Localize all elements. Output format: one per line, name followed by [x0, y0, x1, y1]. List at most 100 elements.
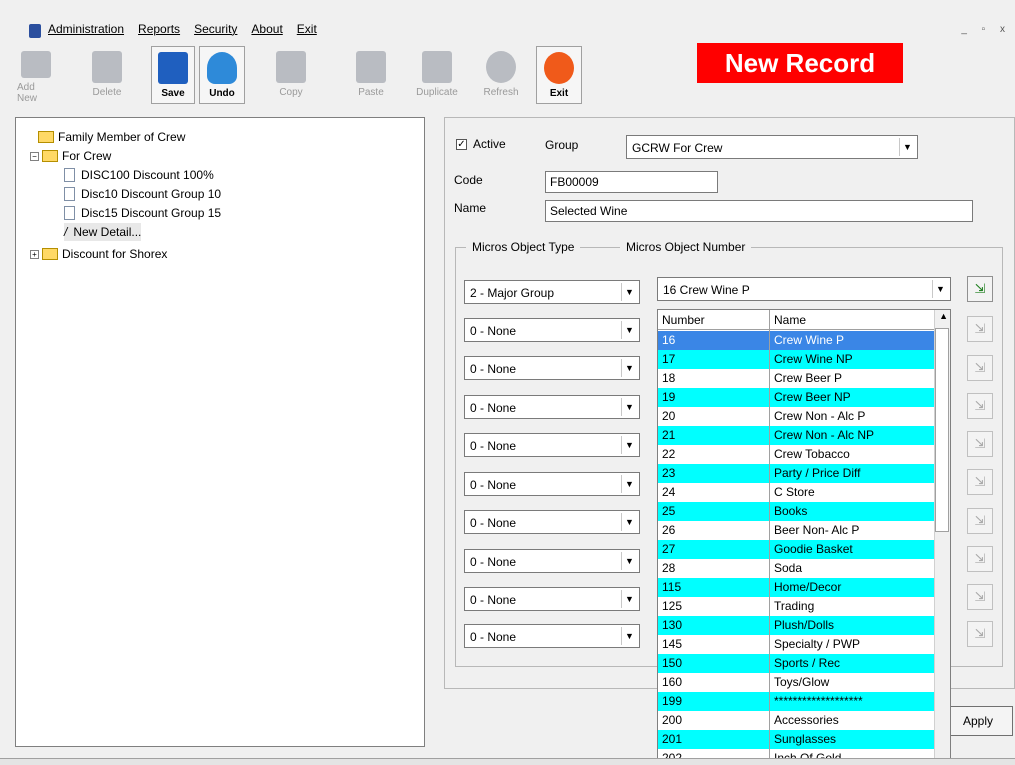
- list-item-name: C Store: [774, 485, 815, 499]
- chevron-down-icon: ▼: [621, 398, 637, 416]
- list-item[interactable]: 17 Crew Wine NP: [658, 350, 935, 369]
- menu-about[interactable]: About: [251, 22, 282, 40]
- list-item[interactable]: 199 *******************: [658, 692, 935, 711]
- menu-administration[interactable]: Administration: [48, 22, 124, 40]
- name-field[interactable]: Selected Wine: [545, 200, 973, 222]
- add-new-icon: [21, 51, 51, 78]
- list-item[interactable]: 24 C Store: [658, 483, 935, 502]
- object-type-select[interactable]: 0 - None ▼: [464, 356, 640, 380]
- list-item[interactable]: 150 Sports / Rec: [658, 654, 935, 673]
- object-type-select[interactable]: 0 - None ▼: [464, 624, 640, 648]
- add-object-button[interactable]: ⇲: [967, 621, 993, 647]
- add-object-button[interactable]: ⇲: [967, 584, 993, 610]
- list-item-number: 145: [662, 637, 683, 651]
- list-item-number: 28: [662, 561, 676, 575]
- collapse-icon[interactable]: −: [30, 151, 39, 161]
- add-object-button[interactable]: ⇲: [967, 276, 993, 302]
- object-type-select[interactable]: 0 - None ▼: [464, 549, 640, 573]
- list-item-name: Party / Price Diff: [774, 466, 861, 480]
- refresh-icon: [486, 51, 516, 83]
- apply-button[interactable]: Apply: [943, 706, 1013, 736]
- tree-node-disc10[interactable]: Disc10 Discount Group 10: [64, 185, 221, 203]
- expand-icon[interactable]: +: [30, 249, 39, 259]
- column-divider: [769, 310, 770, 764]
- add-object-button[interactable]: ⇲: [967, 469, 993, 495]
- scroll-up-icon[interactable]: ▲: [939, 311, 948, 321]
- add-object-button[interactable]: ⇲: [967, 431, 993, 457]
- list-item[interactable]: 201 Sunglasses: [658, 730, 935, 749]
- list-item-number: 115: [662, 580, 682, 594]
- undo-button[interactable]: Undo: [199, 46, 245, 104]
- list-item[interactable]: 18 Crew Beer P: [658, 369, 935, 388]
- tree-node-for-crew[interactable]: − For Crew: [30, 147, 111, 165]
- list-item[interactable]: 200 Accessories: [658, 711, 935, 730]
- duplicate-button[interactable]: Duplicate: [411, 46, 463, 104]
- folder-icon: [42, 248, 58, 260]
- list-item[interactable]: 130 Plush/Dolls: [658, 616, 935, 635]
- list-item[interactable]: 16 Crew Wine P: [658, 331, 935, 350]
- list-item-name: Goodie Basket: [774, 542, 853, 556]
- list-item-name: Crew Tobacco: [774, 447, 850, 461]
- chevron-down-icon: ▼: [621, 552, 637, 570]
- list-item[interactable]: 160 Toys/Glow: [658, 673, 935, 692]
- list-item[interactable]: 25 Books: [658, 502, 935, 521]
- exit-button[interactable]: Exit: [536, 46, 582, 104]
- list-item[interactable]: 23 Party / Price Diff: [658, 464, 935, 483]
- delete-button[interactable]: Delete: [88, 46, 126, 104]
- add-object-button[interactable]: ⇲: [967, 546, 993, 572]
- add-object-button[interactable]: ⇲: [967, 508, 993, 534]
- add-new-button[interactable]: Add New: [17, 46, 55, 104]
- save-button[interactable]: Save: [151, 46, 195, 104]
- menu-reports[interactable]: Reports: [138, 22, 180, 40]
- object-number-dropdown[interactable]: Number Name 16 Crew Wine P 17 Crew Wine NP 1…: [657, 309, 951, 765]
- list-item[interactable]: 20 Crew Non - Alc P: [658, 407, 935, 426]
- active-checkbox[interactable]: ✓: [456, 139, 467, 150]
- scroll-thumb[interactable]: [935, 328, 949, 532]
- object-type-select[interactable]: 0 - None ▼: [464, 510, 640, 534]
- paste-button[interactable]: Paste: [353, 46, 389, 104]
- add-object-icon: ⇲: [974, 474, 986, 489]
- tree-node-disc15[interactable]: Disc15 Discount Group 15: [64, 204, 221, 222]
- list-item-name: Specialty / PWP: [774, 637, 861, 651]
- menu-security[interactable]: Security: [194, 22, 237, 40]
- tree-node-new-detail[interactable]: / New Detail...: [64, 223, 142, 241]
- list-item[interactable]: 115 Home/Decor: [658, 578, 935, 597]
- object-type-select[interactable]: 0 - None ▼: [464, 395, 640, 419]
- name-column-header[interactable]: Name: [774, 313, 806, 327]
- object-type-select[interactable]: 2 - Major Group ▼: [464, 280, 640, 304]
- copy-button[interactable]: Copy: [271, 46, 311, 104]
- object-type-select[interactable]: 0 - None ▼: [464, 433, 640, 457]
- add-object-button[interactable]: ⇲: [967, 355, 993, 381]
- object-type-select[interactable]: 0 - None ▼: [464, 472, 640, 496]
- tree-node-family[interactable]: Family Member of Crew: [38, 128, 185, 146]
- list-item[interactable]: 28 Soda: [658, 559, 935, 578]
- chevron-down-icon: ▼: [621, 475, 637, 493]
- object-type-select[interactable]: 0 - None ▼: [464, 587, 640, 611]
- refresh-button[interactable]: Refresh: [478, 46, 524, 104]
- list-item-number: 201: [662, 732, 683, 746]
- list-item[interactable]: 27 Goodie Basket: [658, 540, 935, 559]
- group-select[interactable]: GCRW For Crew ▼: [626, 135, 918, 159]
- number-column-header[interactable]: Number: [662, 313, 705, 327]
- list-item[interactable]: 22 Crew Tobacco: [658, 445, 935, 464]
- list-header: Number Name: [658, 310, 935, 330]
- add-object-icon: ⇲: [974, 551, 986, 566]
- tree-node-disc100[interactable]: DISC100 Discount 100%: [64, 166, 214, 184]
- active-label: Active: [473, 137, 506, 151]
- list-scrollbar[interactable]: ▲: [934, 310, 950, 764]
- add-object-button[interactable]: ⇲: [967, 393, 993, 419]
- add-object-button[interactable]: ⇲: [967, 316, 993, 342]
- list-item[interactable]: 145 Specialty / PWP: [658, 635, 935, 654]
- list-item[interactable]: 21 Crew Non - Alc NP: [658, 426, 935, 445]
- tree-node-shorex[interactable]: + Discount for Shorex: [30, 245, 167, 263]
- code-field[interactable]: FB00009: [545, 171, 718, 193]
- menu-exit[interactable]: Exit: [297, 22, 317, 40]
- list-item[interactable]: 26 Beer Non- Alc P: [658, 521, 935, 540]
- list-item[interactable]: 125 Trading: [658, 597, 935, 616]
- object-number-select[interactable]: 16 Crew Wine P ▼: [657, 277, 951, 301]
- list-item[interactable]: 19 Crew Beer NP: [658, 388, 935, 407]
- list-item-name: Plush/Dolls: [774, 618, 835, 632]
- window-controls[interactable]: _ ▫ x: [961, 24, 1011, 35]
- object-type-select[interactable]: 0 - None ▼: [464, 318, 640, 342]
- document-icon: [64, 168, 75, 182]
